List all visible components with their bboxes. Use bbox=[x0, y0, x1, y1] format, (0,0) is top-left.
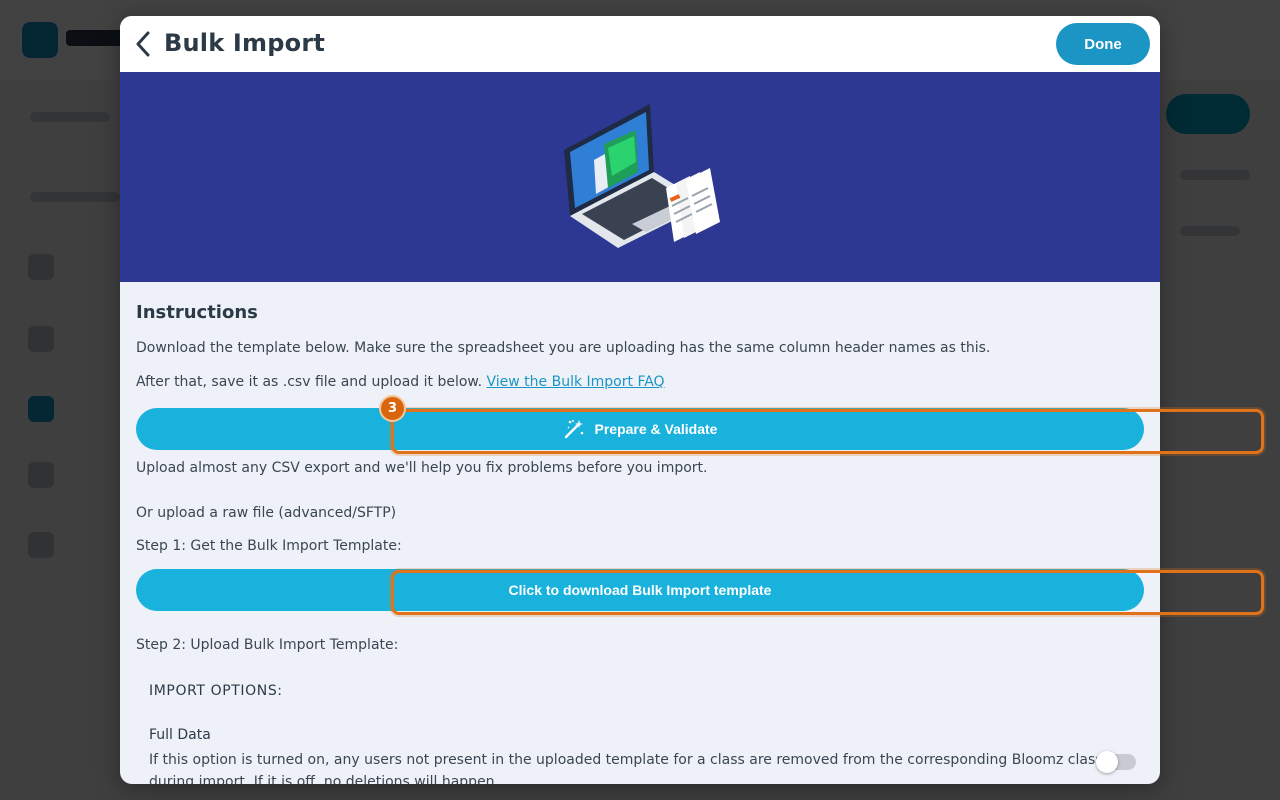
laptop-upload-illustration bbox=[564, 104, 720, 248]
instructions-line-2-text: After that, save it as .csv file and upl… bbox=[136, 374, 483, 390]
full-data-description: If this option is turned on, any users n… bbox=[149, 752, 1103, 768]
instructions-line-1: Download the template below. Make sure t… bbox=[136, 340, 991, 356]
chevron-left-icon[interactable] bbox=[130, 30, 156, 58]
modal-title: Bulk Import bbox=[164, 29, 326, 57]
modal-header: Bulk Import Done bbox=[120, 16, 1160, 72]
bulk-import-modal: Bulk Import Done Instructions Download t… bbox=[120, 16, 1160, 784]
instructions-heading: Instructions bbox=[136, 302, 258, 323]
raw-upload-heading: Or upload a raw file (advanced/SFTP) bbox=[136, 505, 397, 521]
import-options-heading: IMPORT OPTIONS: bbox=[149, 683, 283, 699]
walkthrough-step-badge: 3 bbox=[379, 395, 406, 422]
full-data-label: Full Data bbox=[149, 727, 211, 743]
prepare-hint: Upload almost any CSV export and we'll h… bbox=[136, 460, 708, 476]
step-2-label: Step 2: Upload Bulk Import Template: bbox=[136, 637, 399, 653]
bulk-import-faq-link[interactable]: View the Bulk Import FAQ bbox=[487, 374, 665, 390]
walkthrough-highlight-prepare bbox=[391, 409, 1264, 454]
full-data-description-2: during import. If it is off, no deletion… bbox=[149, 774, 500, 784]
toggle-knob bbox=[1096, 751, 1118, 773]
banner bbox=[120, 72, 1160, 282]
walkthrough-highlight-download bbox=[391, 570, 1264, 615]
step-1-label: Step 1: Get the Bulk Import Template: bbox=[136, 538, 402, 554]
done-button[interactable]: Done bbox=[1056, 23, 1150, 65]
instructions-line-2: After that, save it as .csv file and upl… bbox=[136, 374, 665, 390]
full-data-toggle[interactable] bbox=[1096, 751, 1136, 773]
